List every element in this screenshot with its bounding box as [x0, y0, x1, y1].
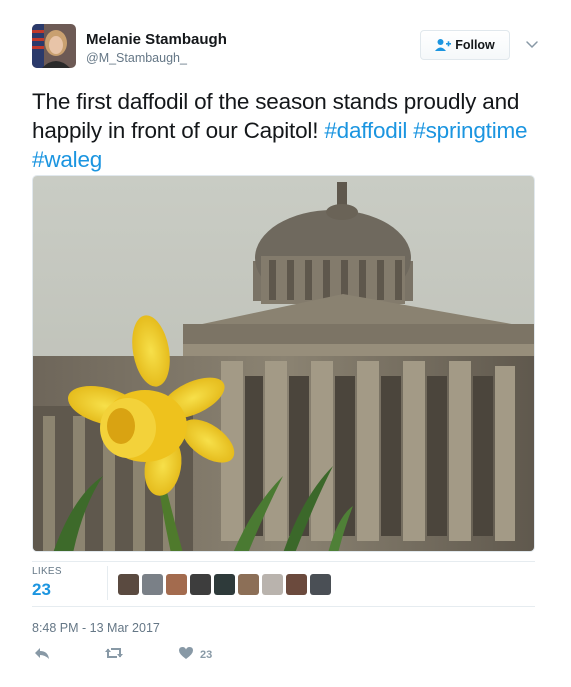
like-count: 23 [200, 649, 213, 661]
tweet-photo[interactable] [32, 175, 535, 552]
liker-avatar[interactable] [142, 574, 163, 595]
liker-avatar[interactable] [310, 574, 331, 595]
follow-button[interactable]: Follow [420, 30, 510, 60]
hashtag-springtime[interactable]: #springtime [413, 118, 527, 143]
like-icon [178, 646, 194, 665]
liker-avatar[interactable] [286, 574, 307, 595]
like-button[interactable]: 23 [178, 644, 212, 666]
tweet-actions: 23 [32, 644, 332, 666]
liker-avatar[interactable] [238, 574, 259, 595]
likes-label: LIKES [32, 566, 62, 577]
follow-label: Follow [455, 38, 495, 52]
chevron-down-icon[interactable] [524, 36, 540, 52]
author-handle[interactable]: @M_Stambaugh_ [86, 51, 187, 65]
liker-avatar[interactable] [214, 574, 235, 595]
likes-count[interactable]: 23 [32, 580, 92, 600]
avatar[interactable] [32, 24, 76, 68]
tweet-text: The first daffodil of the season stands … [32, 87, 544, 174]
liker-avatars [118, 574, 331, 595]
liker-avatar[interactable] [190, 574, 211, 595]
liker-avatar[interactable] [166, 574, 187, 595]
reply-icon [34, 646, 50, 665]
likes-separator [107, 566, 108, 600]
follow-icon [435, 38, 452, 52]
reply-button[interactable] [34, 644, 50, 666]
retweet-button[interactable] [104, 644, 124, 666]
tweet-header: Melanie Stambaugh @M_Stambaugh_ Follow [32, 24, 542, 70]
liker-avatar[interactable] [262, 574, 283, 595]
hashtag-daffodil[interactable]: #daffodil [324, 118, 407, 143]
likes-stat[interactable]: LIKES 23 [32, 566, 92, 600]
liker-avatar[interactable] [118, 574, 139, 595]
tweet-timestamp[interactable]: 8:48 PM - 13 Mar 2017 [32, 621, 160, 635]
hashtag-waleg[interactable]: #waleg [32, 147, 102, 172]
divider-top [32, 561, 535, 562]
retweet-icon [104, 646, 124, 665]
divider-bottom [32, 606, 535, 607]
author-name[interactable]: Melanie Stambaugh [86, 31, 227, 48]
